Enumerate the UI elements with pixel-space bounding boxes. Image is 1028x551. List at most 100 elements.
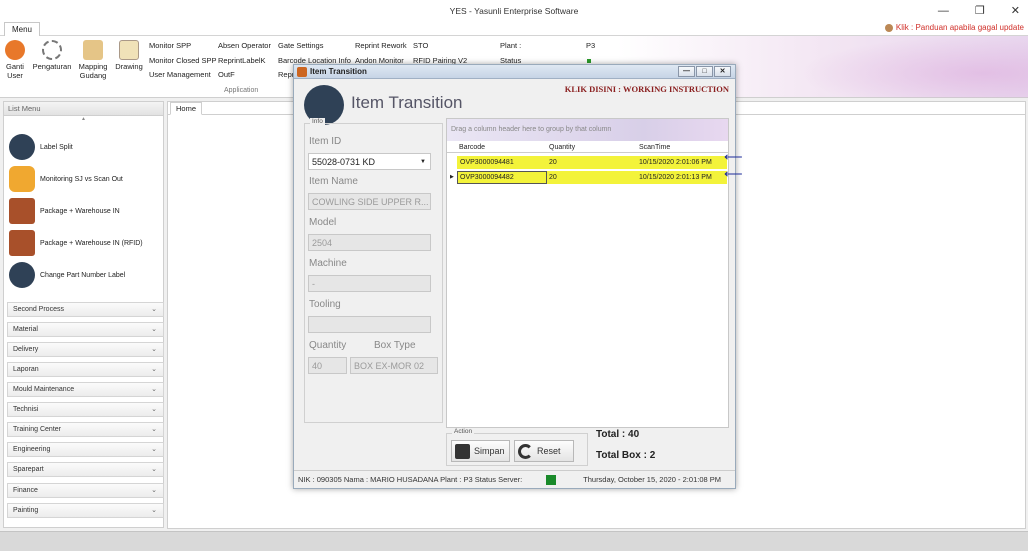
cell-quantity: 20 — [549, 159, 557, 166]
close-icon[interactable]: ✕ — [1011, 0, 1020, 22]
warehouse-map-icon — [83, 40, 103, 60]
drawing-button[interactable]: Drawing — [114, 40, 144, 71]
info-groupbox: Info Item ID 55028-0731 KD ▼ Item Name C… — [304, 118, 443, 423]
datetime-text: Thursday, October 15, 2020 - 2:01:08 PM — [583, 475, 721, 484]
chevron-down-icon: ⌄ — [151, 426, 157, 433]
item-name-label: Item Name — [309, 176, 358, 187]
box-type-field[interactable]: BOX EX-MOR 02 — [350, 357, 438, 374]
item-id-select[interactable]: 55028-0731 KD ▼ — [308, 153, 431, 170]
outf-link[interactable]: OutF — [218, 70, 235, 79]
chevron-down-icon: ⌄ — [151, 466, 157, 473]
status-indicator — [587, 59, 591, 63]
absen-operator-link[interactable]: Absen Operator — [218, 41, 271, 50]
section-training-center[interactable]: Training Center ⌄ — [7, 422, 164, 437]
reset-button[interactable]: Reset — [514, 440, 574, 462]
section-sparepart[interactable]: Sparepart ⌄ — [7, 462, 164, 477]
working-instruction-link[interactable]: KLIK DISINI : WORKING INSTRUCTION — [565, 84, 729, 94]
mapping-gudang-button[interactable]: Mapping Gudang — [78, 40, 108, 80]
item-name-field[interactable]: COWLING SIDE UPPER R... — [308, 193, 431, 210]
menu-item-label-split[interactable]: Label Split — [9, 134, 73, 160]
tab-menu[interactable]: Menu — [4, 22, 40, 36]
user-switch-icon — [5, 40, 25, 60]
column-quantity[interactable]: Quantity — [549, 143, 575, 153]
machine-label: Machine — [309, 258, 347, 269]
chevron-down-icon: ⌄ — [151, 366, 157, 373]
section-painting[interactable]: Painting ⌄ — [7, 503, 164, 518]
chevron-down-icon: ⌄ — [151, 406, 157, 413]
table-row[interactable]: ▶ OVP3000094482 20 10/15/2020 2:01:13 PM — [447, 171, 728, 184]
barcode-search-icon — [9, 134, 35, 160]
monitor-spp-link[interactable]: Monitor SPP — [149, 41, 191, 50]
help-update-link[interactable]: Klik : Panduan apabila gagal update — [884, 23, 1024, 32]
model-field[interactable]: 2504 — [308, 234, 431, 251]
grid-header-row: Barcode Quantity ScanTime — [447, 143, 728, 153]
cell-barcode: OVP3000094481 — [460, 159, 514, 166]
repr-link[interactable]: Repr — [278, 70, 294, 79]
section-technisi[interactable]: Technisi ⌄ — [7, 402, 164, 417]
group-by-hint: Drag a column header here to group by th… — [447, 119, 728, 141]
simpan-button[interactable]: Simpan — [451, 440, 510, 462]
table-row[interactable]: OVP3000094481 20 10/15/2020 2:01:06 PM — [447, 156, 728, 169]
ganti-user-button[interactable]: Ganti User — [4, 40, 26, 80]
monitoring-icon — [9, 166, 35, 192]
chevron-down-icon: ⌄ — [151, 326, 157, 333]
chevron-down-icon: ⌄ — [151, 346, 157, 353]
section-mould-maintenance[interactable]: Mould Maintenance ⌄ — [7, 382, 164, 397]
box-type-label: Box Type — [374, 340, 416, 351]
section-finance[interactable]: Finance ⌄ — [7, 483, 164, 498]
info-legend: Info — [310, 118, 325, 125]
window-titlebar: YES - Yasunli Enterprise Software — ❐ ✕ — [0, 0, 1028, 22]
action-groupbox: Action Simpan Reset — [446, 428, 588, 466]
gate-settings-link[interactable]: Gate Settings — [278, 41, 323, 50]
section-engineering[interactable]: Engineering ⌄ — [7, 442, 164, 457]
window-title: YES - Yasunli Enterprise Software — [449, 6, 579, 16]
scroll-up-icon[interactable]: ▲ — [4, 116, 163, 124]
total-box: Total Box : 2 — [596, 450, 656, 461]
minimize-icon[interactable]: — — [938, 0, 949, 22]
server-status-indicator — [546, 475, 556, 485]
column-scantime[interactable]: ScanTime — [639, 143, 670, 153]
dialog-controls: — □ ✕ — [678, 66, 731, 77]
monitor-closed-spp-link[interactable]: Monitor Closed SPP — [149, 56, 217, 65]
dialog-minimize-icon[interactable]: — — [678, 66, 695, 77]
sto-link[interactable]: STO — [413, 41, 428, 50]
cell-scantime: 10/15/2020 2:01:13 PM — [639, 174, 712, 181]
tooling-field[interactable] — [308, 316, 431, 333]
section-laporan[interactable]: Laporan ⌄ — [7, 362, 164, 377]
machine-field[interactable]: - — [308, 275, 431, 292]
dialog-titlebar: Item Transition — □ ✕ — [294, 65, 735, 79]
dialog-close-icon[interactable]: ✕ — [714, 66, 731, 77]
section-material[interactable]: Material ⌄ — [7, 322, 164, 337]
section-second-process[interactable]: Second Process ⌄ — [7, 302, 164, 317]
refresh-icon — [518, 443, 533, 459]
row-highlight — [547, 171, 637, 184]
menu-item-change-part-number-label[interactable]: Change Part Number Label — [9, 262, 125, 288]
row-highlight — [547, 156, 637, 169]
cell-barcode: OVP3000094482 — [460, 174, 514, 181]
menu-item-monitoring-sj[interactable]: Monitoring SJ vs Scan Out — [9, 166, 123, 192]
section-delivery[interactable]: Delivery ⌄ — [7, 342, 164, 357]
item-transition-dialog: Item Transition — □ ✕ KLIK DISINI : WORK… — [293, 64, 743, 489]
chevron-down-icon: ⌄ — [151, 306, 157, 313]
plant-value: P3 — [586, 41, 596, 50]
dialog-title: Item Transition — [310, 67, 367, 76]
menu-item-package-warehouse-in[interactable]: Package + Warehouse IN — [9, 198, 120, 224]
dropdown-arrow-icon: ▼ — [420, 159, 426, 165]
reprint-label-k-link[interactable]: ReprintLabelK — [218, 56, 266, 65]
column-barcode[interactable]: Barcode — [459, 143, 485, 153]
dialog-maximize-icon[interactable]: □ — [696, 66, 713, 77]
model-label: Model — [309, 217, 337, 228]
menu-item-package-warehouse-in-rfid[interactable]: Package + Warehouse IN (RFID) — [9, 230, 143, 256]
save-icon — [455, 443, 470, 459]
item-id-label: Item ID — [309, 136, 342, 147]
quantity-field[interactable]: 40 — [308, 357, 347, 374]
pengaturan-button[interactable]: Pengaturan — [32, 40, 72, 71]
warehouse-rfid-icon — [9, 230, 35, 256]
user-management-link[interactable]: User Management — [149, 70, 211, 79]
quantity-label: Quantity — [309, 340, 347, 351]
drawing-icon — [119, 40, 139, 60]
scan-grid: Drag a column header here to group by th… — [446, 118, 729, 428]
reprint-rework-link[interactable]: Reprint Rework — [355, 41, 407, 50]
tab-home[interactable]: Home — [170, 102, 202, 115]
maximize-icon[interactable]: ❐ — [975, 0, 985, 22]
